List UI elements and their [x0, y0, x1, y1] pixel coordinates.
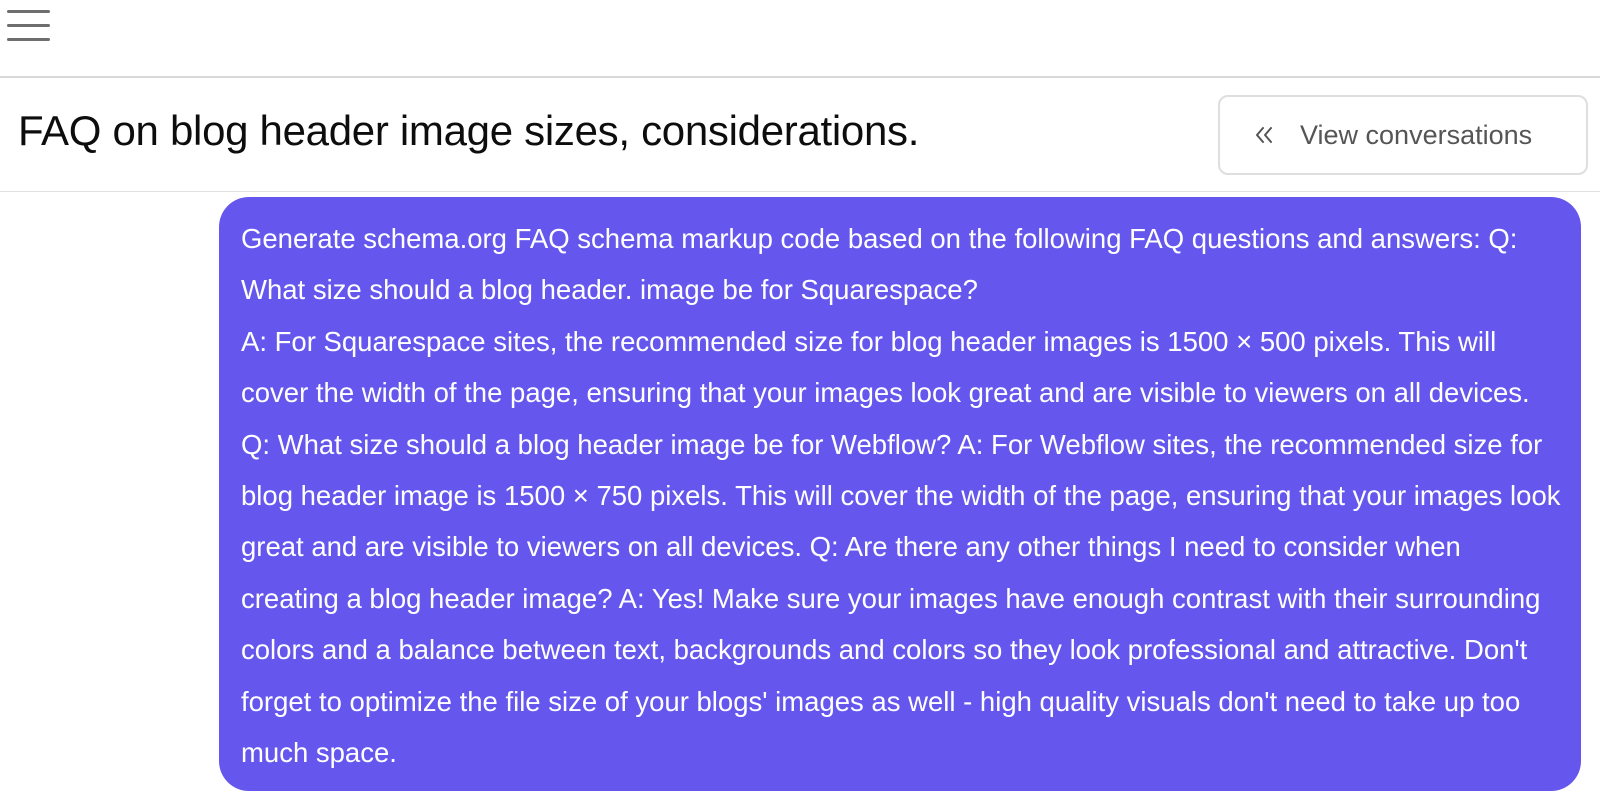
double-chevron-left-icon	[1256, 127, 1272, 143]
conversation-header: FAQ on blog header image sizes, consider…	[0, 79, 1600, 192]
highlighted-prompt-text: Generate schema.org FAQ schema markup co…	[241, 223, 1122, 254]
view-conversations-button[interactable]: View conversations	[1218, 95, 1588, 175]
hamburger-menu-icon[interactable]	[7, 10, 50, 42]
page-title: FAQ on blog header image sizes, consider…	[18, 107, 920, 154]
prompt-intro: Generate schema.org FAQ schema markup co…	[241, 213, 1561, 316]
user-message-bubble: Generate schema.org FAQ schema markup co…	[219, 197, 1581, 791]
view-conversations-label: View conversations	[1300, 119, 1533, 150]
prompt-answers-text: A: For Squarespace sites, the recommende…	[241, 325, 1561, 769]
top-bar	[0, 0, 1600, 78]
